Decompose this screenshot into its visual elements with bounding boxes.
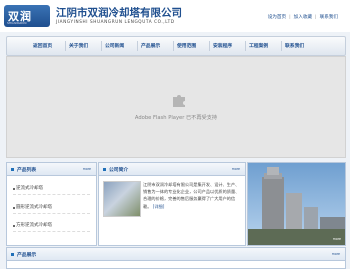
- panel-title: 产品展示: [17, 253, 37, 258]
- list-bullet-icon: [13, 225, 15, 227]
- logo-subtext: SHUANGRUN: [7, 21, 27, 25]
- company-name-english: JIANGYINSHI SHUANGRUN LENGQUTA CO.,LTD: [56, 19, 175, 24]
- company-intro-panel: 公司简介 more 江阴市双润冷却塔有限公司是集开发、设计、生产、销售为一体的专…: [98, 162, 246, 246]
- top-links: 设为首页 | 加入收藏 | 联系我们: [268, 14, 338, 20]
- more-link[interactable]: more: [332, 252, 340, 256]
- more-link[interactable]: more: [333, 237, 341, 241]
- panel-header: 产品展示 more: [7, 248, 345, 261]
- nav-item-news[interactable]: 公司新闻: [105, 42, 124, 49]
- panel-title: 公司简介: [109, 168, 129, 173]
- flash-unsupported-message: Adobe Flash Player 已不再受支持: [134, 115, 218, 121]
- nav-divider: [245, 41, 246, 51]
- building-image-panel: more: [247, 162, 346, 246]
- company-photo: [103, 181, 141, 217]
- list-bullet-icon: [13, 207, 15, 209]
- product-item[interactable]: 圆形逆流式冷却塔: [16, 204, 52, 210]
- nav-item-contact[interactable]: 联系我们: [285, 42, 304, 49]
- nav-divider: [173, 41, 174, 51]
- nav-divider: [65, 41, 66, 51]
- nav-item-cases[interactable]: 工程案例: [249, 42, 268, 49]
- company-name: 江阴市双润冷却塔有限公司: [56, 7, 182, 19]
- nav-item-install[interactable]: 安装程序: [213, 42, 232, 49]
- dashed-divider: [13, 194, 90, 195]
- product-item[interactable]: 方形逆流式冷却塔: [16, 222, 52, 228]
- add-favorite-link[interactable]: 加入收藏: [294, 15, 312, 20]
- company-logo[interactable]: 双润 SHUANGRUN: [4, 5, 50, 27]
- plugin-puzzle-icon: [173, 95, 185, 107]
- site-header: 双润 SHUANGRUN 江阴市双润冷却塔有限公司 JIANGYINSHI SH…: [0, 0, 350, 32]
- main-nav: 返回首页 关于我们 公司新闻 产品展示 使用范围 安装程序 工程案例 联系我们: [6, 36, 346, 56]
- square-bullet-icon: [11, 167, 14, 171]
- nav-item-home[interactable]: 返回首页: [33, 42, 52, 49]
- set-homepage-link[interactable]: 设为首页: [268, 15, 286, 20]
- square-bullet-icon: [103, 167, 106, 171]
- more-link[interactable]: more: [83, 167, 91, 171]
- building-photo: [248, 163, 345, 245]
- nav-item-usage[interactable]: 使用范围: [177, 42, 196, 49]
- nav-divider: [209, 41, 210, 51]
- dashed-divider: [13, 213, 90, 214]
- nav-item-about[interactable]: 关于我们: [69, 42, 88, 49]
- product-item[interactable]: 逆流式冷却塔: [16, 185, 43, 191]
- intro-text: 江阴市双润冷却塔有限公司是集开发、设计、生产、销售为一体的专业化企业，公司产品以…: [143, 181, 241, 210]
- square-bullet-icon: [11, 252, 14, 256]
- panel-title: 产品列表: [17, 168, 37, 173]
- list-bullet-icon: [13, 188, 15, 190]
- flash-banner-placeholder: Adobe Flash Player 已不再受支持: [6, 56, 346, 158]
- contact-us-link[interactable]: 联系我们: [320, 15, 338, 20]
- more-link[interactable]: more: [232, 167, 240, 171]
- link-separator: |: [289, 15, 291, 20]
- panel-header: 公司简介 more: [99, 163, 245, 176]
- nav-divider: [101, 41, 102, 51]
- product-display-panel: 产品展示 more: [6, 247, 346, 269]
- intro-detail-link[interactable]: [详细]: [153, 204, 165, 209]
- panel-header: 产品列表 more: [7, 163, 96, 176]
- nav-divider: [137, 41, 138, 51]
- nav-divider: [281, 41, 282, 51]
- dashed-divider: [13, 231, 90, 232]
- products-panel: 产品列表 more 逆流式冷却塔 圆形逆流式冷却塔 方形逆流式冷却塔: [6, 162, 97, 246]
- link-separator: |: [315, 15, 317, 20]
- nav-item-products[interactable]: 产品展示: [141, 42, 160, 49]
